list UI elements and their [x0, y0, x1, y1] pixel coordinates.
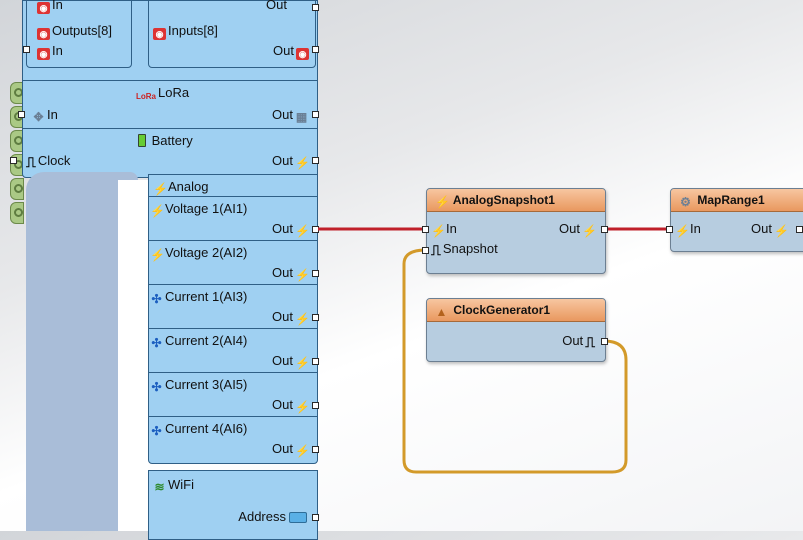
snapshot-icon: ⚡	[435, 195, 450, 209]
analog-in-icon: ⚡	[431, 224, 446, 238]
map-range-title: MapRange1	[697, 193, 765, 207]
snapshot-in-label: In	[446, 221, 457, 236]
map-range-header[interactable]: ⚙ MapRange1	[671, 189, 803, 212]
snapshot-snapshot-label: Snapshot	[442, 241, 498, 256]
analog-snapshot-title: AnalogSnapshot1	[452, 193, 555, 207]
map-range-out-pin[interactable]	[796, 226, 803, 233]
clock-icon: ⎍	[431, 243, 441, 259]
clock-generator-out-label: Out	[562, 333, 584, 348]
snapshot-out-label: Out	[559, 221, 580, 236]
map-range-in-label: In	[690, 221, 701, 236]
clock-icon: ⎍	[585, 335, 595, 351]
map-range-icon: ⚙	[680, 195, 691, 209]
analog-in-icon: ⚡	[675, 224, 690, 238]
analog-snapshot-component[interactable]: ⚡ AnalogSnapshot1 ⚡In Out ⚡ ⎍ Snapshot	[426, 188, 606, 274]
clock-generator-icon: ▲	[435, 305, 448, 319]
clock-generator-out-pin[interactable]	[601, 338, 608, 345]
clock-generator-component[interactable]: ▲ ClockGenerator1 Out ⎍	[426, 298, 606, 362]
analog-snapshot-header[interactable]: ⚡ AnalogSnapshot1	[427, 189, 605, 212]
analog-out-icon: ⚡	[582, 224, 597, 238]
snapshot-clock-pin[interactable]	[422, 247, 429, 254]
map-range-in-pin[interactable]	[666, 226, 673, 233]
clock-generator-header[interactable]: ▲ ClockGenerator1	[427, 299, 605, 322]
map-range-out-label: Out	[751, 221, 772, 236]
wires-layer	[318, 227, 670, 474]
analog-out-icon: ⚡	[773, 224, 789, 238]
map-range-component[interactable]: ⚙ MapRange1 ⚡In Out ⚡	[670, 188, 803, 252]
snapshot-out-pin[interactable]	[601, 226, 608, 233]
snapshot-in-pin[interactable]	[422, 226, 429, 233]
clock-generator-title: ClockGenerator1	[453, 303, 551, 317]
